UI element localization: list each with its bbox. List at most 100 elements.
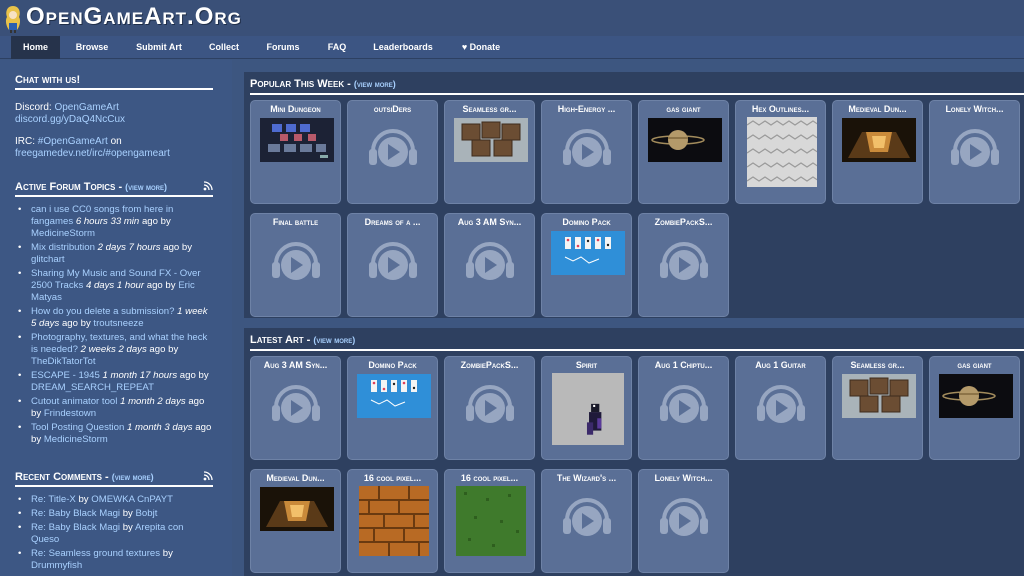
popular-art-tile[interactable]: Domino Pack (541, 213, 632, 317)
forum-topic-item: Photography, textures, and what the heck… (15, 332, 213, 368)
latest-art-tile[interactable]: Medieval Dun... (250, 469, 341, 573)
forum-topic-user-link[interactable]: MedicineStorm (31, 228, 95, 239)
nav-home[interactable]: Home (11, 36, 60, 59)
forum-topic-user-link[interactable]: DREAM_SEARCH_REPEAT (31, 382, 154, 393)
discord-name-link[interactable]: OpenGameArt (54, 102, 118, 113)
rss-icon[interactable] (203, 471, 213, 483)
site-title[interactable]: OpenGameArt.Org (26, 3, 242, 31)
nav-forums[interactable]: Forums (258, 36, 308, 59)
nav-leaderboards[interactable]: Leaderboards (366, 36, 440, 59)
mascot-logo-icon[interactable] (2, 4, 24, 34)
popular-art-tile[interactable]: Dreams of a ... (347, 213, 438, 317)
comment-link[interactable]: Re: Baby Black Magi (31, 522, 120, 533)
forum-topic-user-link[interactable]: MedicineStorm (44, 434, 108, 445)
popular-art-tile[interactable]: Medieval Dun... (832, 100, 923, 204)
art-tile-title[interactable]: outsiDers (350, 104, 435, 114)
popular-art-tile[interactable]: ZombiePackS... (638, 213, 729, 317)
popular-art-tile[interactable]: gas giant (638, 100, 729, 204)
art-tile-title[interactable]: Aug 3 AM Syn... (253, 360, 338, 370)
forum-topic-user-link[interactable]: glitchart (31, 254, 65, 265)
irc-server-link[interactable]: freegamedev.net/irc/#opengameart (15, 148, 170, 159)
popular-art-tile[interactable]: Seamless gr... (444, 100, 535, 204)
forum-topic-link[interactable]: Mix distribution (31, 242, 95, 253)
latest-art-tile[interactable]: The Wizard's ... (541, 469, 632, 573)
art-tile-title[interactable]: Domino Pack (350, 360, 435, 370)
art-tile-title[interactable]: High-Energy ... (544, 104, 629, 114)
comment-link[interactable]: Re: Seamless ground textures (31, 548, 160, 559)
art-tile-title[interactable]: Hex Outlines... (738, 104, 823, 114)
forum-topic-item: can i use CC0 songs from here in fangame… (15, 204, 213, 240)
forum-heading: Active Forum Topics - (view more) (15, 181, 213, 197)
art-tile-title[interactable]: Mini Dungeon (253, 104, 338, 114)
latest-art-tile[interactable]: Aug 1 Chiptu... (638, 356, 729, 460)
art-tile-title[interactable]: Medieval Dun... (253, 473, 338, 483)
forum-topic-link[interactable]: Tool Posting Question (31, 422, 124, 433)
art-tile-title[interactable]: Dreams of a ... (350, 217, 435, 227)
comment-link[interactable]: Re: Baby Black Magi (31, 508, 120, 519)
art-tile-title[interactable]: Seamless gr... (447, 104, 532, 114)
nav-collect[interactable]: Collect (200, 36, 248, 59)
art-tile-title[interactable]: ZombiePackS... (641, 217, 726, 227)
popular-view-more-link[interactable]: (view more) (354, 79, 396, 89)
comment-link[interactable]: Re: Title-X (31, 494, 76, 505)
forum-topic-user-link[interactable]: Frindestown (44, 408, 96, 419)
latest-art-tile[interactable]: Domino Pack (347, 356, 438, 460)
latest-art-tile[interactable]: 16 cool pixel... (347, 469, 438, 573)
art-tile-title[interactable]: Aug 3 AM Syn... (447, 217, 532, 227)
popular-art-tile[interactable]: High-Energy ... (541, 100, 632, 204)
latest-art-tile[interactable]: Aug 3 AM Syn... (250, 356, 341, 460)
forum-view-more-link[interactable]: (view more) (125, 182, 167, 192)
latest-art-tile[interactable]: Seamless gr... (832, 356, 923, 460)
comments-view-more-link[interactable]: (view more) (112, 472, 154, 482)
popular-art-tile[interactable]: Lonely Witch... (929, 100, 1020, 204)
forum-topic-link[interactable]: ESCAPE - 1945 (31, 370, 100, 381)
latest-art-tile[interactable]: ZombiePackS... (444, 356, 535, 460)
art-tile-title[interactable]: Seamless gr... (835, 360, 920, 370)
art-tile-title[interactable]: 16 cool pixel... (350, 473, 435, 483)
forum-topic-link[interactable]: Cutout animator tool (31, 396, 117, 407)
forum-topic-time: 4 days 1 hour (85, 280, 145, 291)
art-tile-title[interactable]: Spirit (544, 360, 629, 370)
nav-donate[interactable]: ♥ Donate (452, 36, 510, 59)
comment-user-link[interactable]: Bobjt (136, 508, 158, 519)
latest-art-tile[interactable]: Spirit (541, 356, 632, 460)
popular-art-tile[interactable]: Hex Outlines... (735, 100, 826, 204)
forum-topic-link[interactable]: How do you delete a submission? (31, 306, 174, 317)
irc-channel-link[interactable]: #OpenGameArt (38, 136, 108, 147)
art-tile-title[interactable]: 16 cool pixel... (447, 473, 532, 483)
art-tile-title[interactable]: Lonely Witch... (641, 473, 726, 483)
nav-browse[interactable]: Browse (66, 36, 118, 59)
forum-topic-ago: ago by (146, 344, 179, 355)
art-tile-title[interactable]: Aug 1 Guitar (738, 360, 823, 370)
latest-art-tile[interactable]: Lonely Witch... (638, 469, 729, 573)
art-tile-title[interactable]: Medieval Dun... (835, 104, 920, 114)
comments-heading-label: Recent Comments - (15, 471, 112, 483)
latest-view-more-link[interactable]: (view more) (313, 335, 355, 345)
nav-submit-art[interactable]: Submit Art (128, 36, 190, 59)
discord-invite-link[interactable]: discord.gg/yDaQ4NcCux (15, 114, 125, 125)
rss-icon[interactable] (203, 181, 213, 193)
latest-art-tile[interactable]: gas giant (929, 356, 1020, 460)
art-tile-title[interactable]: The Wizard's ... (544, 473, 629, 483)
art-tile-title[interactable]: Lonely Witch... (932, 104, 1017, 114)
art-tile-title[interactable]: ZombiePackS... (447, 360, 532, 370)
latest-art-tile[interactable]: Aug 1 Guitar (735, 356, 826, 460)
art-tile-title[interactable]: gas giant (641, 104, 726, 114)
art-tile-title[interactable]: Aug 1 Chiptu... (641, 360, 726, 370)
popular-art-tile[interactable]: Final battle (250, 213, 341, 317)
forum-topic-user-link[interactable]: troutsneeze (93, 318, 143, 329)
forum-section: Active Forum Topics - (view more) can i … (15, 181, 213, 448)
comment-user-link[interactable]: OMEWKA CnPAYT (91, 494, 173, 505)
forum-topic-user-link[interactable]: TheDikTatorTot (31, 356, 96, 367)
forum-topic-item: Mix distribution 2 days 7 hours ago by g… (15, 242, 213, 266)
comment-user-link[interactable]: Drummyfish (31, 560, 82, 571)
irc-label: IRC: (15, 136, 38, 147)
popular-art-tile[interactable]: Aug 3 AM Syn... (444, 213, 535, 317)
popular-art-tile[interactable]: Mini Dungeon (250, 100, 341, 204)
art-tile-title[interactable]: gas giant (932, 360, 1017, 370)
latest-art-tile[interactable]: 16 cool pixel... (444, 469, 535, 573)
nav-faq[interactable]: FAQ (318, 36, 356, 59)
popular-art-tile[interactable]: outsiDers (347, 100, 438, 204)
art-tile-title[interactable]: Final battle (253, 217, 338, 227)
art-tile-title[interactable]: Domino Pack (544, 217, 629, 227)
